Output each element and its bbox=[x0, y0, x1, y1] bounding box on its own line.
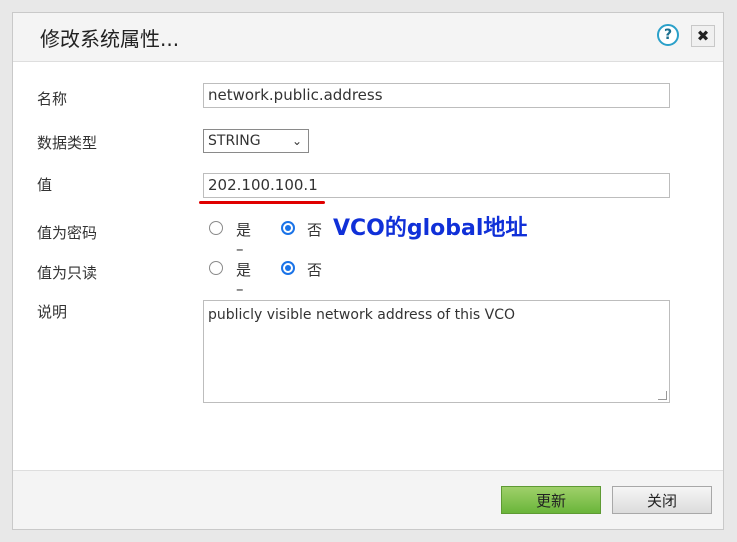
update-button[interactable]: 更新 bbox=[501, 486, 601, 514]
dialog-footer: 更新 关闭 bbox=[13, 470, 723, 529]
annotation-text: VCO的global地址 bbox=[333, 216, 528, 241]
value-input[interactable]: 202.100.100.1 bbox=[203, 173, 670, 198]
description-textarea[interactable]: publicly visible network address of this… bbox=[203, 300, 670, 403]
readonly-no-label: 否 bbox=[307, 261, 323, 279]
readonly-yes-radio[interactable] bbox=[209, 261, 223, 275]
value-label: 值 bbox=[37, 176, 53, 194]
password-no-radio[interactable] bbox=[281, 221, 295, 235]
data-type-select[interactable]: STRING ⌄ bbox=[203, 129, 309, 153]
chevron-down-icon: ⌄ bbox=[291, 134, 302, 148]
readonly-yes-label: 是 – bbox=[236, 261, 252, 298]
password-no-label: 否 bbox=[307, 221, 323, 239]
help-icon[interactable]: ? bbox=[657, 24, 679, 46]
description-label: 说明 bbox=[37, 303, 68, 321]
description-text: publicly visible network address of this… bbox=[208, 307, 516, 323]
resize-handle-icon[interactable] bbox=[658, 391, 667, 400]
password-yes-radio[interactable] bbox=[209, 221, 223, 235]
name-input[interactable]: network.public.address bbox=[203, 83, 670, 108]
modify-system-property-dialog: 修改系统属性... ? ✖ 名称 network.public.address … bbox=[12, 12, 724, 530]
close-icon[interactable]: ✖ bbox=[691, 25, 715, 47]
dialog-title: 修改系统属性... bbox=[40, 27, 180, 51]
password-yes-label: 是 – bbox=[236, 221, 252, 258]
value-is-password-label: 值为密码 bbox=[37, 224, 98, 242]
data-type-selected: STRING bbox=[208, 133, 261, 149]
value-is-readonly-label: 值为只读 bbox=[37, 264, 98, 282]
dialog-titlebar: 修改系统属性... ? ✖ bbox=[13, 13, 723, 62]
red-underline-annotation bbox=[199, 201, 325, 204]
name-label: 名称 bbox=[37, 90, 68, 108]
readonly-no-radio[interactable] bbox=[281, 261, 295, 275]
data-type-label: 数据类型 bbox=[37, 134, 98, 152]
close-button[interactable]: 关闭 bbox=[612, 486, 712, 514]
